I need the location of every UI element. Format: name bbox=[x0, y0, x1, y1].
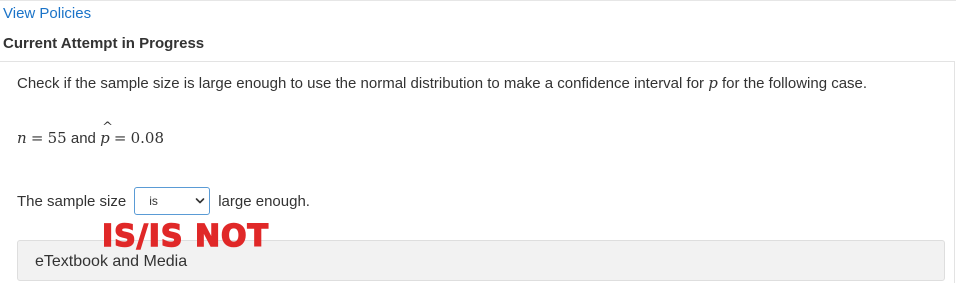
equals-sign-2: = bbox=[113, 129, 127, 147]
attempt-status-heading: Current Attempt in Progress bbox=[3, 35, 205, 52]
top-divider bbox=[0, 0, 956, 1]
etextbook-label: eTextbook and Media bbox=[35, 253, 188, 270]
n-value: 55 bbox=[47, 129, 67, 147]
phat-symbol: ^ p bbox=[100, 120, 113, 147]
question-prompt: Check if the sample size is large enough… bbox=[17, 74, 867, 92]
is-isnot-select[interactable]: is bbox=[134, 187, 211, 215]
phat-value: 0.08 bbox=[130, 129, 164, 147]
given-values-formula: n = 55 and ^ p = 0.08 bbox=[17, 120, 164, 147]
and-word: and bbox=[70, 130, 96, 147]
select-value: is bbox=[149, 194, 158, 208]
equals-sign: = bbox=[30, 129, 44, 147]
hat-mark: ^ bbox=[102, 120, 113, 135]
question-text-after: for the following case. bbox=[717, 75, 868, 92]
view-policies-link[interactable]: View Policies bbox=[3, 5, 91, 22]
n-symbol: n bbox=[17, 129, 27, 147]
chevron-down-icon bbox=[195, 198, 205, 204]
variable-p: p bbox=[708, 74, 718, 92]
answer-prefix: The sample size bbox=[17, 192, 127, 210]
question-text-before: Check if the sample size is large enough… bbox=[17, 75, 709, 92]
answer-suffix: large enough. bbox=[218, 192, 310, 210]
etextbook-media-button[interactable]: eTextbook and Media bbox=[17, 240, 945, 281]
answer-row: The sample size is large enough. bbox=[17, 187, 310, 215]
